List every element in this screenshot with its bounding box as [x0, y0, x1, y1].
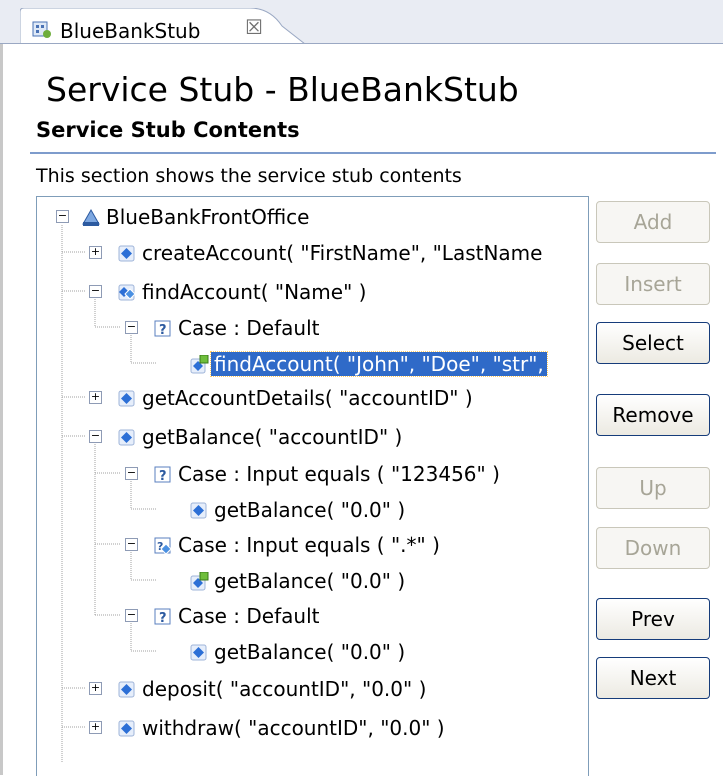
tree-item-label: Case : Default	[178, 316, 320, 340]
operation-icon	[117, 719, 137, 743]
collapse-toggle[interactable]: −	[125, 467, 138, 480]
section-description: This section shows the service stub cont…	[36, 165, 462, 187]
service-icon	[81, 208, 101, 232]
collapse-toggle[interactable]: −	[89, 430, 102, 443]
tree-item-label: getBalance( "0.0" )	[214, 569, 406, 593]
operation-icon	[117, 389, 137, 413]
collapse-toggle[interactable]: −	[125, 321, 138, 334]
case-regex-icon: ?	[153, 536, 173, 560]
tab-divider	[0, 43, 723, 44]
expand-toggle[interactable]: +	[89, 246, 102, 259]
case-icon: ?	[153, 319, 173, 343]
tree-item-label: deposit( "accountID", "0.0" )	[142, 677, 427, 701]
svg-text:?: ?	[159, 611, 167, 626]
collapse-toggle[interactable]: −	[89, 285, 102, 298]
operation-icon	[117, 680, 137, 704]
tree-item-label: findAccount( "Name" )	[142, 280, 367, 304]
tree-item-label: getBalance( "0.0" )	[214, 498, 406, 522]
insert-button[interactable]: Insert	[596, 263, 710, 305]
view-border	[0, 44, 3, 775]
response-icon	[189, 501, 209, 525]
operation-icon	[117, 244, 137, 268]
tree-item-label: getBalance( "0.0" )	[214, 640, 406, 664]
add-button[interactable]: Add	[596, 201, 710, 243]
tree-item-label: Case : Input equals ( "123456" )	[178, 462, 500, 486]
down-button[interactable]: Down	[596, 527, 710, 569]
tree-item-label: getAccountDetails( "accountID" )	[142, 386, 473, 410]
remove-button[interactable]: Remove	[596, 394, 710, 436]
response-icon	[189, 643, 209, 667]
tree-item-label: createAccount( "FirstName", "LastName	[142, 241, 543, 265]
page-title: Service Stub - BlueBankStub	[46, 70, 519, 109]
case-icon: ?	[153, 465, 173, 489]
operation-icon	[117, 428, 137, 452]
tree-item-label: Case : Input equals ( ".*" )	[178, 533, 440, 557]
case-icon: ?	[153, 607, 173, 631]
tree-item-label: BlueBankFrontOffice	[106, 205, 310, 229]
collapse-toggle[interactable]: −	[125, 538, 138, 551]
tree-item-label: findAccount( "John", "Doe", "str",	[210, 351, 548, 377]
collapse-toggle[interactable]: −	[125, 609, 138, 622]
svg-text:?: ?	[159, 469, 167, 484]
editor-tab-strip: BlueBankStub ☒	[0, 0, 723, 44]
section-title: Service Stub Contents	[36, 118, 300, 142]
tree-item-label: withdraw( "accountID", "0.0" )	[142, 716, 445, 740]
expand-toggle[interactable]: +	[89, 391, 102, 404]
operation-cases-icon	[117, 283, 137, 307]
tree-item-label: getBalance( "accountID" )	[142, 425, 403, 449]
tab-bluebankstub[interactable]: BlueBankStub ☒	[20, 8, 305, 44]
tree-item-label: Case : Default	[178, 604, 320, 628]
close-icon[interactable]: ☒	[245, 15, 263, 39]
expand-toggle[interactable]: +	[89, 682, 102, 695]
prev-button[interactable]: Prev	[596, 598, 710, 640]
expand-toggle[interactable]: +	[89, 721, 102, 734]
response-icon	[189, 571, 209, 596]
section-divider	[30, 152, 716, 154]
select-button[interactable]: Select	[596, 322, 710, 364]
response-icon	[189, 354, 209, 379]
collapse-toggle[interactable]: −	[56, 210, 69, 223]
next-button[interactable]: Next	[596, 657, 710, 699]
stub-contents-tree[interactable]: − + − − + − − − − + + BlueBankFrontOffic…	[36, 196, 589, 776]
svg-text:?: ?	[159, 323, 167, 338]
up-button[interactable]: Up	[596, 467, 710, 509]
tab-label: BlueBankStub	[60, 19, 201, 43]
